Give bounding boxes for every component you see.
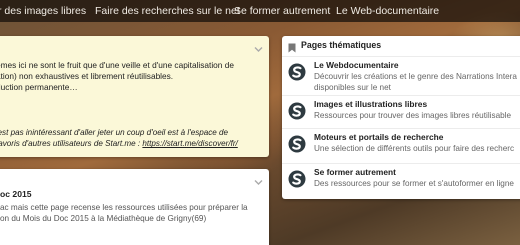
startme-logo-icon: [288, 63, 306, 86]
page-item-desc-line: Des ressources pour se former et s'autof…: [314, 179, 514, 188]
nav-link-webdocumentaire[interactable]: Le Web-documentaire: [336, 5, 439, 17]
notes-widget: emes ici ne sont le fruit que d'une veil…: [0, 36, 269, 157]
page-item-desc: Découvrir les créations et le genre des …: [314, 72, 517, 93]
note-italic-text: 'est pas inintéressant d'aller jeter un …: [0, 127, 238, 150]
pages-title: Pages thématiques: [301, 40, 382, 50]
page-item-se-former[interactable]: Se former autrement Des ressources pour …: [282, 163, 520, 199]
page-item-desc: Ressources pour trouver des images libre…: [314, 111, 511, 122]
startme-logo-icon: [288, 135, 306, 158]
startme-logo-icon: [288, 102, 306, 125]
top-navigation-bar: r des images libres Faire des recherches…: [0, 0, 520, 22]
page-item-title: Images et illustrations libres: [314, 99, 428, 109]
note-italic-line: favoris d'autres utilisateurs de Start.m…: [0, 139, 143, 149]
discover-link[interactable]: https://start.me/discover/fr/: [142, 139, 237, 148]
doc-description: ac mais cette page recense les ressource…: [0, 202, 248, 225]
note-body: emes ici ne sont le fruit que d'une veil…: [0, 60, 234, 94]
note-line: emes ici ne sont le fruit que d'une veil…: [0, 60, 234, 70]
page-item-images-libres[interactable]: Images et illustrations libres Ressource…: [282, 95, 520, 128]
startme-logo-icon: [288, 170, 306, 193]
nav-link-recherches[interactable]: Faire des recherches sur le net: [95, 5, 240, 17]
page-item-moteurs-recherche[interactable]: Moteurs et portails de recherche Une sél…: [282, 128, 520, 163]
nav-link-se-former[interactable]: Se former autrement: [234, 5, 330, 17]
chevron-down-icon[interactable]: [254, 40, 263, 58]
note-line: duction permanente…: [0, 82, 78, 93]
doc-line: on du Mois du Doc 2015 à la Médiathèque …: [0, 214, 207, 224]
page-item-title: Se former autrement: [314, 167, 396, 177]
page-item-desc-line: Une sélection de différents outils pour …: [314, 144, 515, 153]
note-line: ation) non exhaustives et librement réut…: [0, 71, 174, 82]
page-item-webdocumentaire[interactable]: Le Webdocumentaire Découvrir les créatio…: [282, 56, 520, 95]
doc-title: oc 2015: [0, 189, 32, 199]
note-italic-line: 'est pas inintéressant d'aller jeter un …: [0, 128, 229, 137]
page-item-title: Le Webdocumentaire: [314, 60, 399, 70]
doc-line: ac mais cette page recense les ressource…: [0, 203, 248, 212]
page-item-desc: Des ressources pour se former et s'autof…: [314, 179, 514, 190]
page-item-title: Moteurs et portails de recherche: [314, 132, 444, 142]
nav-link-images-libres[interactable]: r des images libres: [0, 5, 86, 17]
pages-header: Pages thématiques: [282, 36, 520, 56]
page-item-desc-line: disponibles sur le net: [314, 82, 391, 92]
pages-thematiques-widget: Pages thématiques Le Webdocumentaire Déc…: [282, 36, 520, 199]
chevron-down-icon[interactable]: [254, 173, 263, 191]
page-item-desc: Une sélection de différents outils pour …: [314, 144, 514, 155]
mois-du-doc-widget: oc 2015 ac mais cette page recense les r…: [0, 169, 269, 245]
page-item-desc-line: Ressources pour trouver des images libre…: [314, 111, 512, 120]
page-item-desc-line: Découvrir les créations et le genre des …: [314, 72, 517, 81]
